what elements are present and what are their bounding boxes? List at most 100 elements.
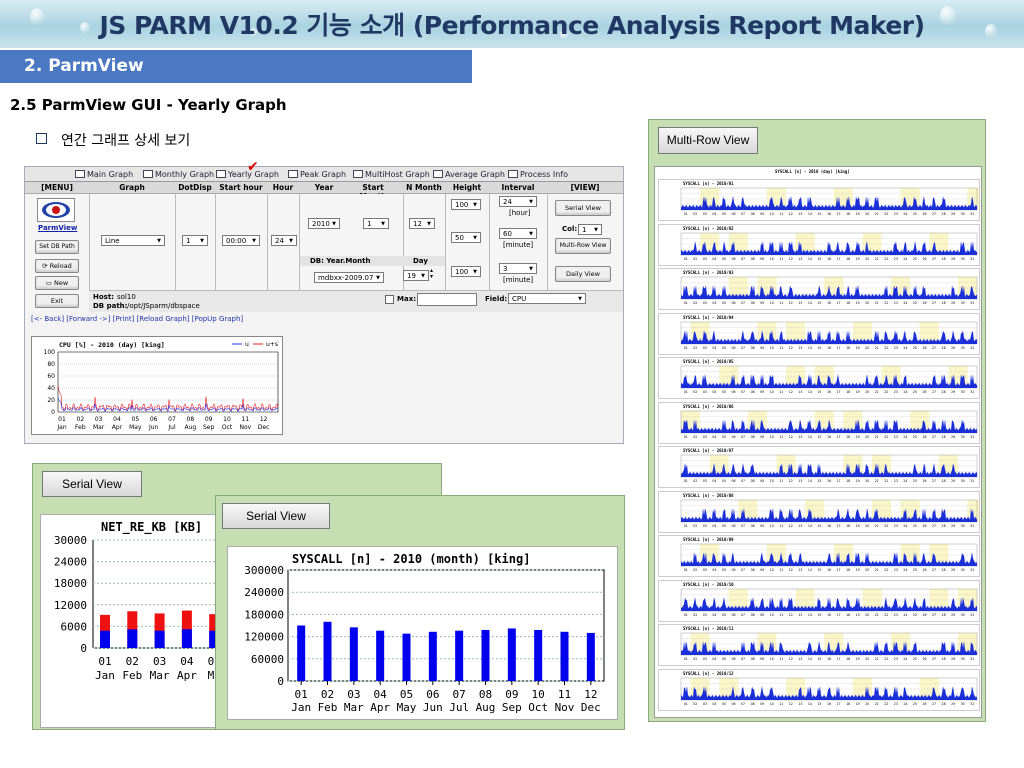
new-button[interactable]: ▭ New	[35, 276, 79, 290]
tab-monthly-graph[interactable]: Monthly Graph	[143, 170, 214, 179]
row-day-label: 11	[779, 346, 783, 350]
daily-view-button[interactable]: Daily View	[555, 266, 611, 282]
row-day-label: 11	[779, 657, 783, 661]
tab-process-info[interactable]: Process Info	[508, 170, 568, 179]
height-select-2[interactable]: 50	[451, 232, 481, 244]
set-db-path-button[interactable]: Set DB Path	[35, 240, 79, 254]
row-day-label: 01	[684, 435, 688, 439]
row-day-label: 05	[722, 212, 726, 216]
field-select[interactable]: CPU	[508, 293, 586, 305]
height-select-1[interactable]: 100	[451, 199, 481, 211]
interval-select-1[interactable]: 24	[499, 196, 537, 208]
daily-bar-chart: 01 02 03 04 05 06 07 08 09 10 11 12 13 14 15 16 17 18 19 20…	[680, 365, 978, 394]
start-hour-select[interactable]: 00:00	[222, 235, 260, 247]
interval-unit-1: [hour]	[509, 209, 531, 217]
multi-row-chart: SYSCALL [n] - 2010/02 01 02 03 04 05 06 07 08 09 1…	[658, 223, 980, 266]
mini-x-month: Nov	[239, 424, 251, 431]
row-day-label: 21	[875, 257, 879, 261]
section-label: 2. ParmView	[24, 56, 144, 76]
header-interval: Interval	[501, 183, 535, 192]
graph-tab-bar: Main Graph Monthly Graph Yearly Graph Pe…	[25, 159, 623, 182]
row-day-label: 02	[693, 346, 697, 350]
x-tick-label: 02	[126, 655, 139, 668]
row-day-label: 26	[922, 702, 926, 706]
row-day-label: 25	[913, 568, 917, 572]
year-select[interactable]: 2010	[308, 218, 340, 230]
multi-row-view-panel-button[interactable]: Multi-Row View	[658, 127, 758, 154]
row-day-label: 27	[932, 390, 936, 394]
row-day-label: 06	[731, 613, 735, 617]
mini-x-month: May	[129, 424, 142, 431]
x-tick-label: 03	[347, 688, 360, 701]
tab-multihost-graph[interactable]: MultiHost Graph	[353, 170, 430, 179]
row-day-label: 22	[884, 657, 888, 661]
row-day-label: 07	[741, 702, 745, 706]
serial-view-button[interactable]: Serial View	[555, 200, 611, 216]
tab-average-graph[interactable]: Average Graph	[433, 170, 505, 179]
row-day-label: 18	[846, 301, 850, 305]
row-day-label: 23	[894, 346, 898, 350]
graph-type-select[interactable]: Line	[101, 235, 165, 247]
n-month-select[interactable]: 12	[409, 218, 435, 230]
row-day-label: 01	[684, 257, 688, 261]
mini-y-tick: 20	[47, 397, 55, 404]
max-input[interactable]	[417, 293, 477, 306]
exit-button[interactable]: Exit	[35, 294, 79, 308]
serial-view-button-1[interactable]: Serial View	[42, 471, 142, 497]
bar	[349, 627, 358, 681]
row-day-label: 13	[798, 702, 802, 706]
tab-main-graph[interactable]: Main Graph	[75, 170, 133, 179]
row-day-label: 02	[693, 390, 697, 394]
height-select-3[interactable]: 100	[451, 266, 481, 278]
interval-select-3[interactable]: 3	[499, 263, 537, 275]
row-day-label: 13	[798, 479, 802, 483]
bullet-text: 연간 그래프 상세 보기	[61, 133, 191, 149]
multi-row-view-button[interactable]: Multi-Row View	[555, 238, 611, 254]
x-tick-label: 10	[532, 688, 545, 701]
serial-view-button-2[interactable]: Serial View	[222, 503, 330, 529]
bar	[428, 631, 437, 681]
row-day-label: 12	[789, 524, 793, 528]
row-day-label: 31	[970, 479, 974, 483]
x-month-label: Feb	[318, 701, 338, 714]
y-tick-label: 240000	[244, 586, 284, 599]
row-day-label: 25	[913, 301, 917, 305]
row-day-label: 07	[741, 568, 745, 572]
row-day-label: 19	[856, 301, 860, 305]
row-day-label: 30	[961, 346, 965, 350]
db-month-select[interactable]: mdbxx-2009.07	[314, 272, 384, 284]
row-day-label: 30	[961, 212, 965, 216]
x-tick-label: 01	[295, 688, 308, 701]
day-spinner-icon[interactable]: ▴ ▾	[430, 268, 433, 280]
parmview-link[interactable]: ParmView	[38, 224, 77, 232]
row-day-label: 31	[970, 301, 974, 305]
interval-select-2[interactable]: 60	[499, 228, 537, 240]
daily-bar-chart: 01 02 03 04 05 06 07 08 09 10 11 12 13 14 15 16 17 18 19 20…	[680, 276, 978, 305]
x-month-label: Nov	[555, 701, 575, 714]
reload-button[interactable]: ⟳ Reload	[35, 259, 79, 273]
row-day-label: 29	[951, 613, 955, 617]
multi-row-chart: SYSCALL [n] - 2010/03 01 02 03 04 05 06 07 08 09 1…	[658, 268, 980, 310]
mini-y-tick: 80	[47, 361, 55, 368]
row-day-label: 17	[837, 212, 841, 216]
bullet-item: 연간 그래프 상세 보기	[36, 130, 190, 150]
x-month-label: Apr	[177, 669, 197, 682]
dotdisp-select[interactable]: 1	[182, 235, 208, 247]
row-day-label: 23	[894, 390, 898, 394]
hour-select[interactable]: 24	[271, 235, 297, 247]
col-select[interactable]: 1	[578, 224, 602, 236]
tab-peak-graph[interactable]: Peak Graph	[288, 170, 346, 179]
bar-blue	[181, 629, 192, 648]
start-month-select[interactable]: 1	[363, 218, 389, 230]
navigation-links[interactable]: [<- Back] [Forward ->] [Print] [Reload G…	[31, 315, 243, 323]
day-select[interactable]: 19	[403, 270, 429, 282]
row-day-label: 14	[808, 479, 812, 483]
x-tick-label: 06	[426, 688, 439, 701]
row-day-label: 31	[970, 568, 974, 572]
parmview-logo[interactable]	[37, 198, 75, 222]
max-checkbox[interactable]	[385, 295, 394, 304]
reload-label: Reload	[49, 262, 72, 270]
row-day-label: 04	[712, 702, 716, 706]
row-day-label: 15	[817, 346, 821, 350]
row-day-label: 04	[712, 479, 716, 483]
